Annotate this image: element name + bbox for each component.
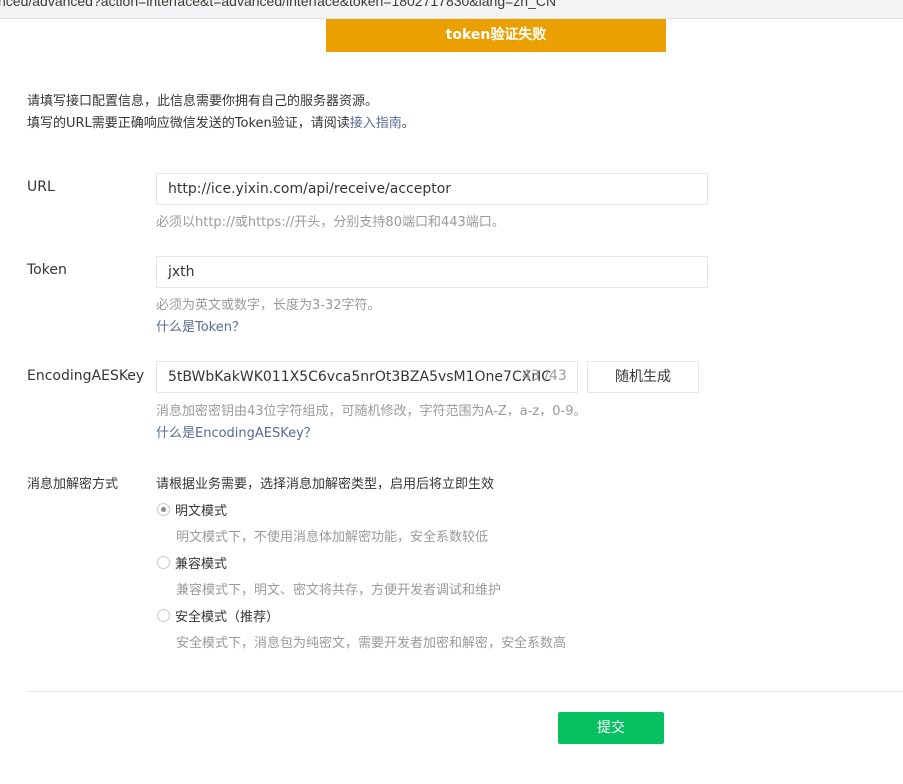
aes-key-input-value: 5tBWbKakWK011X5C6vca5nrOt3BZA5vsM1One7CX… [168, 369, 551, 385]
toast-text: token验证失败 [445, 27, 547, 43]
radio-label: 安全模式（推荐） [175, 610, 280, 625]
encryption-mode-hint: 请根据业务需要，选择消息加解密类型，启用后将立即生效 [156, 477, 495, 492]
radio-label: 明文模式 [175, 504, 228, 519]
aes-key-counter: 43 /43 [522, 368, 567, 384]
token-input[interactable]: jxth [156, 256, 708, 288]
radio-secure-mode[interactable]: 安全模式（推荐） [157, 606, 279, 625]
footer-divider [27, 691, 903, 692]
radio-unchecked-icon[interactable] [157, 556, 170, 569]
intro-line-2-prefix: 填写的URL需要正确响应微信发送的Token验证，请阅读 [27, 116, 350, 131]
intro-line-2-suffix: 。 [401, 116, 415, 131]
url-input-value: http://ice.yixin.com/api/receive/accepto… [168, 181, 452, 197]
browser-url-bar[interactable]: nced/advanced?action=interface&t=advance… [0, 0, 903, 19]
radio-tip: 安全模式下，消息包为纯密文，需要开发者加密和解密，安全系数高 [176, 636, 567, 651]
intro-line-1: 请填写接口配置信息，此信息需要你拥有自己的服务器资源。 [27, 94, 379, 109]
url-input[interactable]: http://ice.yixin.com/api/receive/accepto… [156, 173, 708, 205]
radio-compatible-mode[interactable]: 兼容模式 [157, 553, 227, 572]
encryption-mode-label: 消息加解密方式 [27, 477, 119, 492]
token-label: Token [27, 262, 67, 278]
radio-label: 兼容模式 [175, 557, 228, 572]
url-text: nced/advanced?action=interface&t=advance… [0, 0, 557, 9]
aes-key-input[interactable]: 5tBWbKakWK011X5C6vca5nrOt3BZA5vsM1One7CX… [156, 361, 578, 393]
intro-line-2: 填写的URL需要正确响应微信发送的Token验证，请阅读接入指南。 [27, 113, 415, 135]
what-is-token-link[interactable]: 什么是Token？ [156, 316, 245, 335]
aes-key-tip: 消息加密密钥由43位字符组成，可随机修改，字符范围为A-Z，a-z，0-9。 [156, 404, 587, 419]
error-toast: token验证失败 [326, 19, 666, 52]
token-input-value: jxth [168, 264, 195, 280]
radio-plaintext-mode[interactable]: 明文模式 [157, 500, 227, 519]
radio-tip: 兼容模式下，明文、密文将共存，方便开发者调试和维护 [176, 583, 502, 598]
what-is-aes-key-link[interactable]: 什么是EncodingAESKey？ [156, 422, 317, 441]
intro-text: 请填写接口配置信息，此信息需要你拥有自己的服务器资源。 填写的URL需要正确响应… [27, 91, 415, 135]
url-label: URL [27, 179, 55, 195]
aes-key-label: EncodingAESKey [27, 368, 145, 384]
radio-tip: 明文模式下，不使用消息体加解密功能，安全系数较低 [176, 530, 489, 545]
radio-checked-icon[interactable] [157, 503, 170, 516]
access-guide-link[interactable]: 接入指南 [350, 116, 402, 131]
url-tip: 必须以http://或https://开头，分别支持80端口和443端口。 [156, 215, 505, 230]
radio-unchecked-icon[interactable] [157, 609, 170, 622]
token-tip: 必须为英文或数字，长度为3-32字符。 [156, 298, 381, 313]
submit-button[interactable]: 提交 [558, 712, 664, 744]
random-generate-button[interactable]: 随机生成 [587, 361, 699, 393]
